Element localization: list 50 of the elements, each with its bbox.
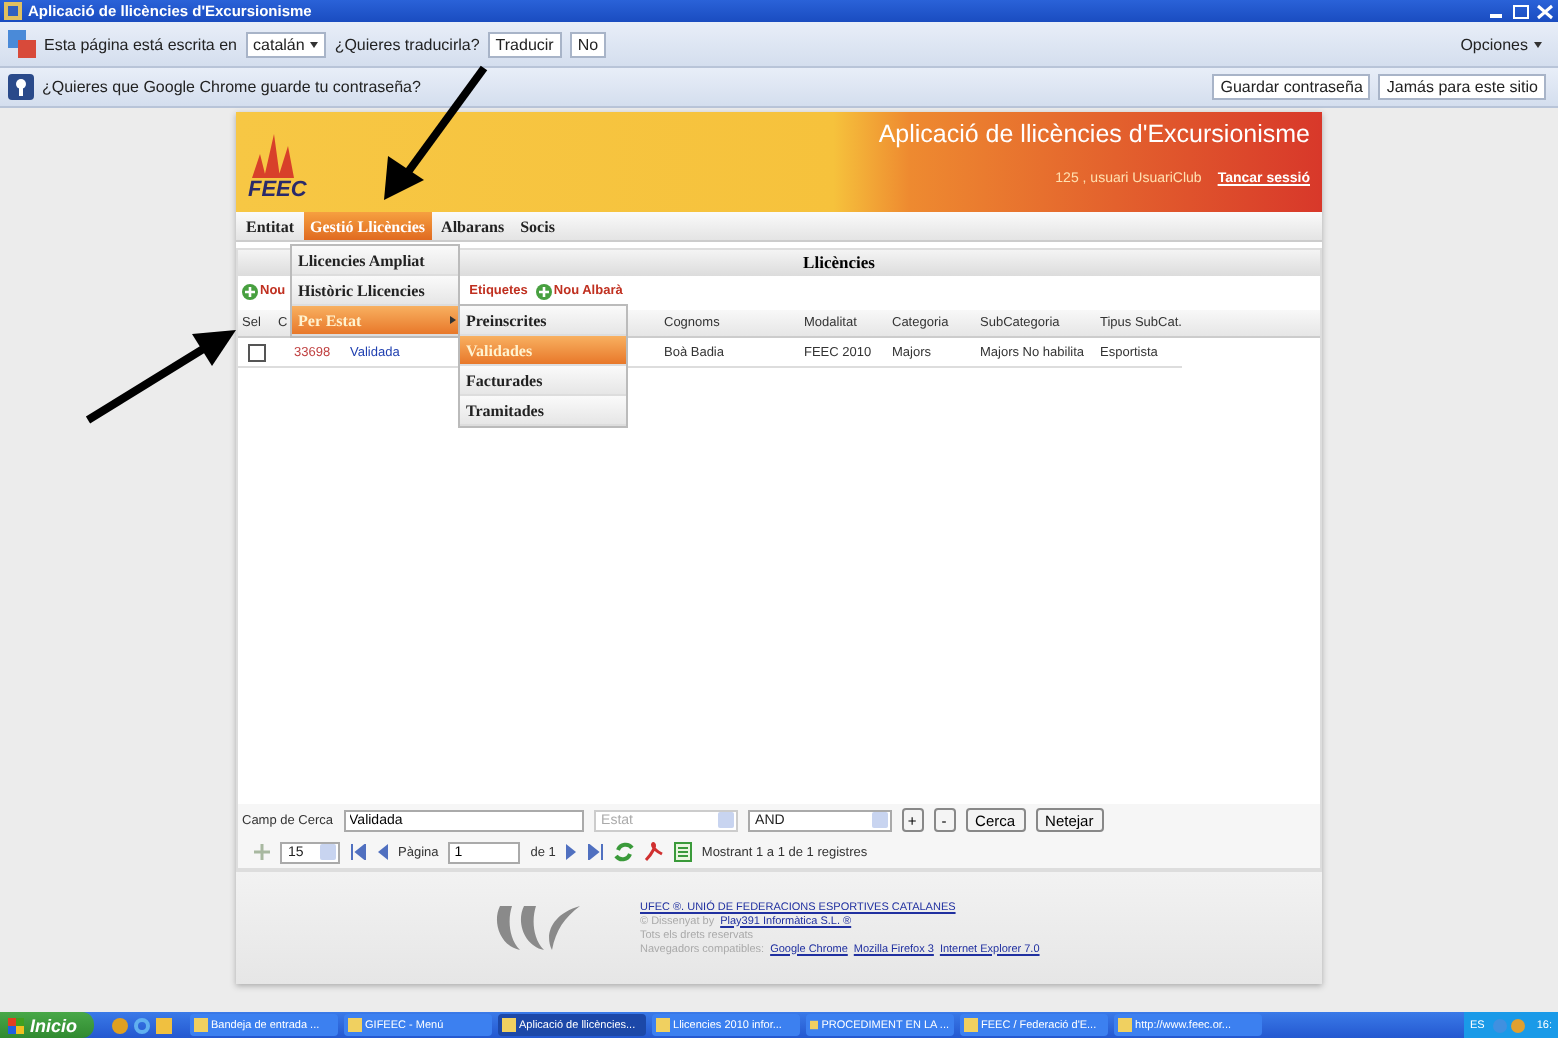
plus-icon <box>254 844 270 860</box>
close-icon <box>1536 3 1554 19</box>
plus-icon <box>242 283 258 299</box>
flame-logo-icon <box>248 134 300 178</box>
maximize-icon <box>1512 3 1530 19</box>
app-icon <box>4 2 22 20</box>
windows-logo-icon <box>8 1017 24 1033</box>
window-icon <box>1117 1018 1132 1032</box>
translate-button[interactable]: No <box>569 31 607 57</box>
menu-option[interactable]: Facturades <box>460 366 626 396</box>
tray-icon <box>1492 1017 1529 1033</box>
previous-page-icon <box>376 844 388 860</box>
menu-option[interactable]: Històric Llicencies <box>292 276 458 306</box>
translate-icon <box>8 30 36 58</box>
start-button[interactable]: Inicio <box>0 1012 94 1038</box>
first-page-icon <box>350 844 366 860</box>
window-icon <box>655 1018 670 1032</box>
password-button[interactable]: Guardar contraseña <box>1212 74 1371 100</box>
window-icon <box>347 1018 362 1032</box>
submenu-arrow-icon <box>450 316 456 324</box>
caret-icon <box>310 41 319 48</box>
menu-item[interactable]: Entitat <box>240 212 300 240</box>
last-page-icon <box>587 844 604 860</box>
federation-logo-icon <box>492 902 580 954</box>
window-icon <box>501 1018 516 1032</box>
window-icon <box>963 1018 978 1032</box>
menu-option[interactable]: Tramitades <box>460 396 626 426</box>
language-dropdown[interactable]: catalán <box>245 31 327 57</box>
options-button[interactable]: Opciones <box>1456 33 1546 55</box>
logo-text: FEEC <box>248 178 309 202</box>
key-icon <box>8 74 34 100</box>
refresh-icon <box>613 842 634 862</box>
translate-button[interactable]: Traducir <box>487 31 562 57</box>
translate-question: ¿Quieres traducirla? <box>334 35 480 53</box>
next-page-icon <box>565 844 578 860</box>
spreadsheet-icon <box>673 842 692 862</box>
row-checkbox[interactable] <box>248 343 266 361</box>
menu-option[interactable]: Llicencies Ampliat <box>292 246 458 276</box>
pdf-icon <box>643 842 664 862</box>
window-icon <box>809 1018 818 1032</box>
menu-item[interactable]: Albarans <box>435 212 511 240</box>
window-icon <box>193 1018 208 1032</box>
menu-option[interactable]: Preinscrites <box>460 306 626 336</box>
password-button[interactable]: Jamás para este sitio <box>1378 74 1546 100</box>
menu-item[interactable]: Socis <box>514 212 561 240</box>
password-prompt: ¿Quieres que Google Chrome guarde tu contraseña? <box>42 78 421 96</box>
caret-icon <box>1534 41 1542 48</box>
translate-text: Esta página está escrita en <box>44 35 238 53</box>
plus-icon <box>535 283 552 299</box>
app-title: Aplicació de llicències d'Excursionisme <box>878 120 1310 148</box>
